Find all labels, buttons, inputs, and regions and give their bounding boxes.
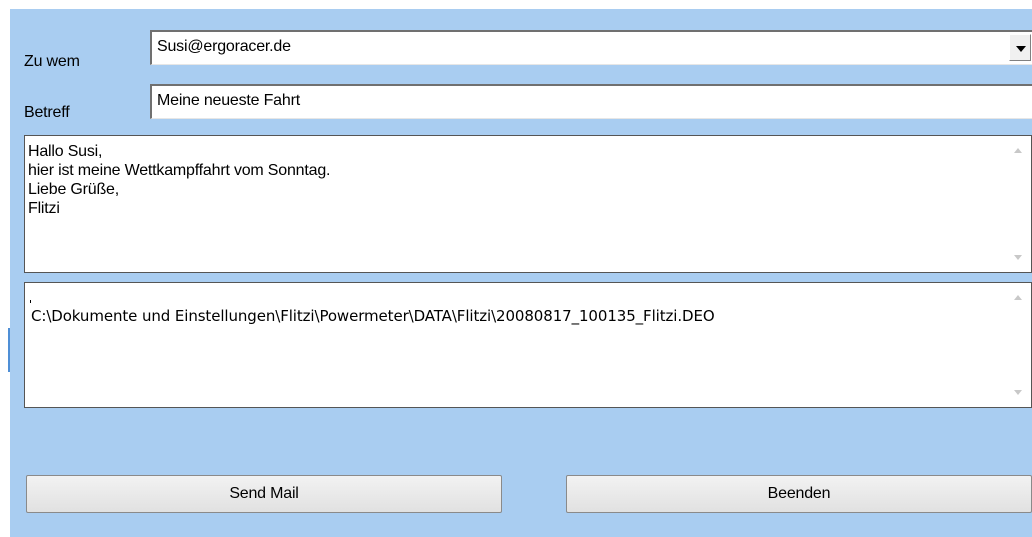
message-line: Hallo Susi, — [28, 143, 103, 160]
attachment-list[interactable]: C:\Dokumente und Einstellungen\Flitzi\Po… — [24, 282, 1032, 408]
message-line: hier ist meine Wettkampffahrt vom Sonnta… — [28, 162, 331, 179]
quit-button[interactable]: Beenden — [566, 475, 1032, 513]
window-edge — [0, 0, 10, 537]
scroll-down-icon[interactable] — [1014, 255, 1022, 260]
message-line: Flitzi — [28, 200, 60, 217]
attachment-path: C:\Dokumente und Einstellungen\Flitzi\Po… — [31, 307, 715, 325]
send-mail-button[interactable]: Send Mail — [26, 475, 502, 513]
text-cursor — [30, 300, 31, 303]
message-line: Liebe Grüße, — [28, 181, 119, 198]
subject-value: Meine neueste Fahrt — [157, 92, 300, 109]
subject-label: Betreff — [24, 104, 70, 121]
message-textarea[interactable]: Hallo Susi, hier ist meine Wettkampffahr… — [24, 135, 1032, 273]
scroll-down-icon[interactable] — [1014, 390, 1022, 395]
dropdown-button[interactable] — [1009, 34, 1031, 61]
recipient-combobox[interactable]: Susi@ergoracer.de — [150, 30, 1032, 65]
recipient-value: Susi@ergoracer.de — [157, 38, 291, 55]
mail-form-panel: Zu wem Susi@ergoracer.de Betreff Meine n… — [10, 9, 1032, 537]
message-body: Hallo Susi, hier ist meine Wettkampffahr… — [28, 142, 330, 218]
message-scrollbar[interactable] — [1005, 136, 1031, 272]
attachment-scrollbar[interactable] — [1005, 283, 1031, 407]
subject-input[interactable]: Meine neueste Fahrt — [150, 84, 1032, 119]
scroll-up-icon[interactable] — [1014, 148, 1022, 153]
scroll-up-icon[interactable] — [1014, 295, 1022, 300]
chevron-down-icon — [1016, 46, 1026, 52]
to-label: Zu wem — [24, 53, 80, 70]
